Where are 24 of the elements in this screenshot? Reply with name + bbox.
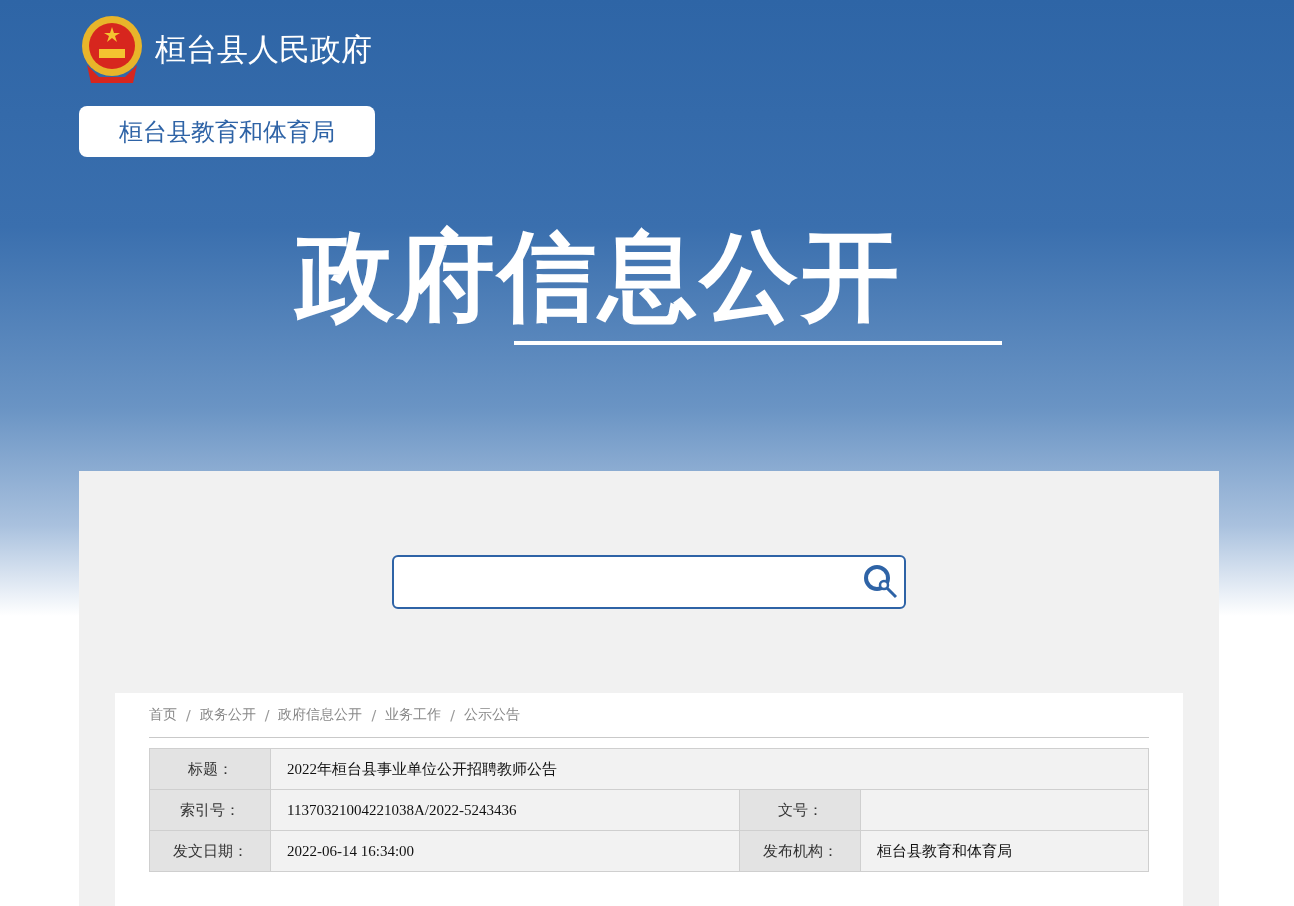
search-icon[interactable] bbox=[862, 563, 900, 601]
breadcrumb-separator: / bbox=[450, 707, 455, 723]
breadcrumb-separator: / bbox=[186, 707, 191, 723]
info-label: 标题： bbox=[150, 749, 271, 790]
department-label[interactable]: 桓台县教育和体育局 bbox=[79, 106, 375, 157]
breadcrumb-link[interactable]: 公示公告 bbox=[463, 706, 520, 724]
breadcrumb-separator: / bbox=[264, 707, 270, 723]
emblem-icon bbox=[79, 15, 145, 85]
info-value: 11370321004221038A/2022-5243436 bbox=[271, 790, 740, 831]
breadcrumb-separator: / bbox=[371, 707, 377, 723]
search-field[interactable] bbox=[392, 555, 906, 609]
breadcrumb-link[interactable]: 政府信息公开 bbox=[278, 706, 363, 724]
info-label: 文号： bbox=[740, 790, 861, 831]
breadcrumb-link[interactable]: 政务公开 bbox=[199, 706, 256, 724]
info-value: 桓台县教育和体育局 bbox=[861, 831, 1149, 872]
page-title: 政府信息公开 bbox=[296, 221, 902, 331]
info-label: 索引号： bbox=[150, 790, 271, 831]
info-label: 发布机构： bbox=[740, 831, 861, 872]
info-value: 2022-06-14 16:34:00 bbox=[271, 831, 740, 872]
info-label: 发文日期： bbox=[150, 831, 271, 872]
breadcrumb-link[interactable]: 首页 bbox=[149, 706, 177, 724]
info-value: 2022年桓台县事业单位公开招聘教师公告 bbox=[271, 749, 1149, 790]
site-title: 桓台县人民政府 bbox=[155, 30, 372, 69]
breadcrumb-link[interactable]: 业务工作 bbox=[385, 706, 442, 724]
